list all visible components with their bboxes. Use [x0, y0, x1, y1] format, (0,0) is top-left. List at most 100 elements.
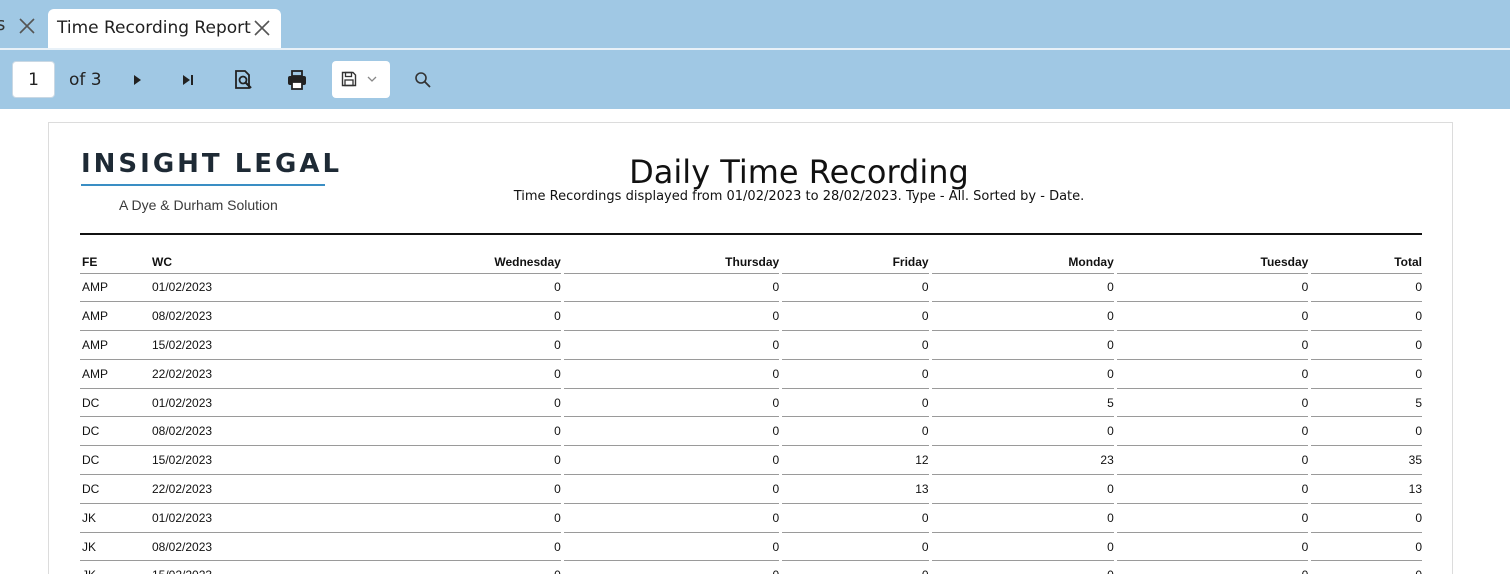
cell-friday: 0	[780, 560, 932, 574]
close-icon[interactable]	[253, 19, 271, 37]
cell-friday: 12	[780, 445, 932, 476]
cell-total: 13	[1309, 474, 1422, 504]
logo-tagline: A Dye & Durham Solution	[119, 197, 278, 213]
table-row: JK 08/02/2023 0 0 0 0 0 0	[80, 532, 1422, 562]
tab-strip: s Time Recording Report	[0, 0, 1510, 48]
cell-total: 0	[1309, 416, 1422, 447]
time-recording-table: FE WC Wednesday Thursday Friday Monday T…	[80, 247, 1422, 574]
search-button[interactable]	[411, 68, 435, 92]
cell-thursday: 0	[562, 474, 783, 504]
save-dropdown-button[interactable]	[332, 61, 390, 98]
cell-total: 0	[1309, 503, 1422, 533]
cell-fe: AMP	[80, 273, 152, 303]
cell-total: 0	[1309, 560, 1422, 574]
cell-total: 0	[1309, 273, 1422, 303]
cell-tuesday: 0	[1115, 560, 1312, 574]
cell-wednesday: 0	[302, 445, 564, 476]
cell-fe: AMP	[80, 330, 152, 360]
cell-wc: 01/02/2023	[152, 388, 302, 418]
cell-wc: 08/02/2023	[152, 532, 302, 562]
table-row: JK15/02/2023000000	[80, 560, 1422, 574]
report-subtitle: Time Recordings displayed from 01/02/202…	[513, 189, 1085, 204]
cell-monday: 5	[930, 388, 1117, 418]
cell-wc: 15/02/2023	[152, 445, 302, 476]
cell-wc: 08/02/2023	[152, 301, 302, 332]
cell-total: 0	[1309, 301, 1422, 332]
cell-wc: 22/02/2023	[152, 359, 302, 389]
search-document-button[interactable]	[231, 68, 255, 92]
cell-fe: DC	[80, 388, 152, 418]
cell-wednesday: 0	[302, 359, 564, 389]
cell-wc: 01/02/2023	[152, 273, 302, 303]
cell-friday: 0	[780, 388, 932, 418]
cell-tuesday: 0	[1115, 359, 1312, 389]
insight-legal-logo: INSIGHT LEGAL A Dye & Durham Solution	[81, 149, 339, 219]
cell-friday: 0	[780, 359, 932, 389]
cell-wednesday: 0	[302, 273, 564, 303]
cell-monday: 0	[930, 359, 1117, 389]
cell-thursday: 0	[562, 330, 783, 360]
cell-monday: 0	[930, 301, 1117, 332]
document-search-icon	[235, 70, 252, 89]
report-toolbar: of 3	[0, 50, 1510, 109]
cell-monday: 0	[930, 532, 1117, 562]
cell-wednesday: 0	[302, 503, 564, 533]
cell-monday: 0	[930, 416, 1117, 447]
table-row: AMP 22/02/2023 0 0 0 0 0 0	[80, 359, 1422, 389]
cell-tuesday: 0	[1115, 445, 1312, 476]
print-button[interactable]	[285, 68, 309, 92]
logo-underline	[81, 184, 325, 186]
cell-wednesday: 0	[302, 301, 564, 332]
report-page: INSIGHT LEGAL A Dye & Durham Solution Da…	[48, 122, 1453, 574]
report-title: Daily Time Recording	[629, 153, 969, 191]
cell-fe: AMP	[80, 359, 152, 389]
cell-thursday: 0	[562, 416, 783, 447]
cell-thursday: 0	[562, 503, 783, 533]
column-header-thursday: Thursday	[562, 247, 783, 274]
cell-fe: DC	[80, 445, 152, 476]
cell-total: 35	[1309, 445, 1422, 476]
cell-wednesday: 0	[302, 532, 564, 562]
cell-thursday: 0	[562, 532, 783, 562]
cell-total: 0	[1309, 330, 1422, 360]
save-icon	[341, 71, 357, 87]
printer-icon	[288, 70, 306, 90]
column-header-tuesday: Tuesday	[1115, 247, 1312, 274]
cell-wc: 08/02/2023	[152, 416, 302, 447]
next-page-button[interactable]	[125, 68, 149, 92]
tab-time-recording-report[interactable]: Time Recording Report	[48, 9, 281, 48]
table-row: JK 01/02/2023 0 0 0 0 0 0	[80, 503, 1422, 533]
cell-wc: 01/02/2023	[152, 503, 302, 533]
cell-monday: 23	[930, 445, 1117, 476]
next-page-icon	[134, 75, 141, 85]
cell-total: 0	[1309, 532, 1422, 562]
search-icon	[415, 72, 431, 88]
cell-friday: 0	[780, 503, 932, 533]
cell-wc: 15/02/2023	[152, 330, 302, 360]
page-number-input[interactable]	[12, 61, 55, 98]
cell-tuesday: 0	[1115, 301, 1312, 332]
cell-tuesday: 0	[1115, 503, 1312, 533]
cell-friday: 0	[780, 532, 932, 562]
header-divider	[80, 233, 1422, 235]
previous-tab-label[interactable]: s	[0, 14, 5, 35]
cell-friday: 13	[780, 474, 932, 504]
cell-fe: AMP	[80, 301, 152, 332]
cell-fe: DC	[80, 474, 152, 504]
cell-wednesday: 0	[302, 330, 564, 360]
cell-friday: 0	[780, 301, 932, 332]
cell-tuesday: 0	[1115, 416, 1312, 447]
cell-thursday: 0	[562, 388, 783, 418]
cell-thursday: 0	[562, 359, 783, 389]
cell-wednesday: 0	[302, 416, 564, 447]
close-icon[interactable]	[18, 17, 36, 35]
cell-tuesday: 0	[1115, 474, 1312, 504]
table-row: DC 01/02/2023 0 0 0 5 0 5	[80, 388, 1422, 418]
last-page-button[interactable]	[176, 68, 200, 92]
cell-thursday: 0	[562, 560, 783, 574]
cell-monday: 0	[930, 273, 1117, 303]
cell-tuesday: 0	[1115, 532, 1312, 562]
cell-fe: DC	[80, 416, 152, 447]
column-header-wednesday: Wednesday	[302, 247, 564, 274]
table-row: DC 08/02/2023 0 0 0 0 0 0	[80, 416, 1422, 447]
